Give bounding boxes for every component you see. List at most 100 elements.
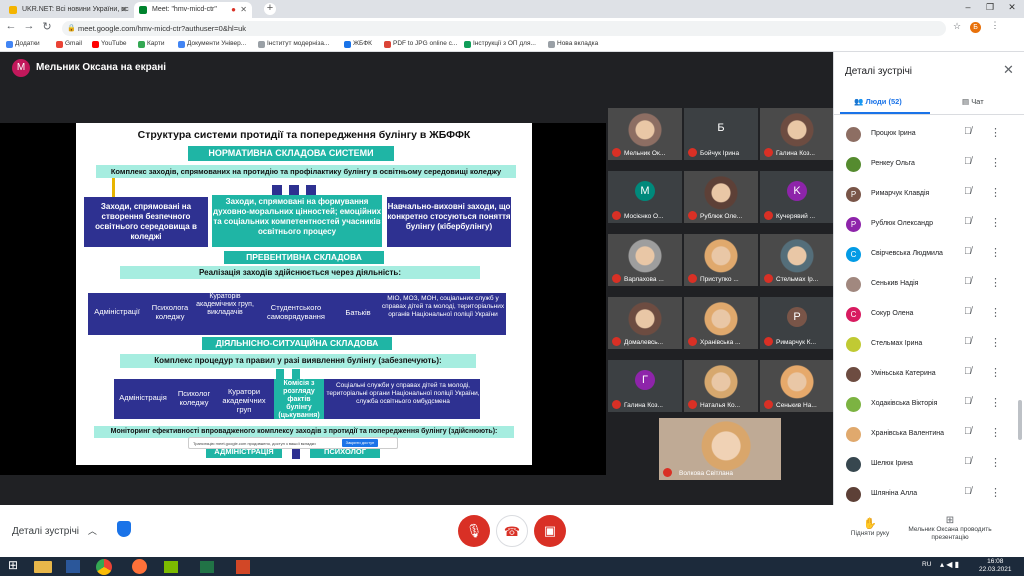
participant-list-item[interactable]: Уміньська Катерина 🎙̸ ⋮ (834, 362, 1014, 392)
powerpoint-icon[interactable] (236, 560, 250, 574)
address-bar[interactable]: 🔒 meet.google.com/hmv-micd-ctr?authuser=… (62, 21, 946, 36)
participant-tile[interactable]: Мельник Ок... (608, 108, 682, 160)
participant-tile[interactable]: Рублюк Оле... (684, 171, 758, 223)
file-explorer-icon[interactable] (34, 561, 52, 573)
forward-icon[interactable]: → (22, 20, 36, 32)
star-icon[interactable]: ☆ (950, 21, 964, 32)
new-tab-icon[interactable]: + (264, 3, 276, 15)
back-icon[interactable]: ← (4, 20, 18, 32)
app-icon[interactable] (164, 561, 178, 573)
mic-off-icon[interactable]: 🎙̸ (964, 186, 972, 197)
chrome-icon[interactable] (96, 559, 112, 575)
participant-tile[interactable]: Галина Коз... (760, 108, 834, 160)
more-options-icon[interactable]: ⋮ (990, 246, 1001, 259)
close-tab-icon[interactable]: ✕ (240, 5, 247, 14)
mic-off-icon[interactable]: 🎙̸ (964, 426, 972, 437)
system-clock[interactable]: 16:08 22.03.2021 (979, 558, 1012, 574)
participant-tile[interactable]: Б Бойчук Ірина (684, 108, 758, 160)
participant-tile[interactable]: Домалевсь... (608, 297, 682, 349)
excel-icon[interactable] (200, 561, 214, 573)
tab-chat[interactable]: ▤ Чат (962, 97, 984, 106)
more-options-icon[interactable]: ⋮ (990, 426, 1001, 439)
tab-people[interactable]: 👥 Люди (52) (854, 97, 902, 106)
participant-list-item[interactable]: P Римарчук Клавдія 🎙̸ ⋮ (834, 182, 1014, 212)
mic-off-icon[interactable]: 🎙̸ (964, 306, 972, 317)
participant-list-item[interactable]: Хранівська Валентина 🎙̸ ⋮ (834, 422, 1014, 452)
more-options-icon[interactable]: ⋮ (990, 186, 1001, 199)
mic-off-icon[interactable]: 🎙̸ (964, 456, 972, 467)
mic-off-icon[interactable]: 🎙̸ (964, 216, 972, 227)
bookmark-pdf[interactable]: PDF to JPG online c... (384, 40, 457, 48)
windows-start-icon[interactable]: ⊞ (2, 558, 24, 575)
minimize-icon[interactable]: – (960, 2, 976, 12)
window-close-icon[interactable]: ✕ (1004, 2, 1020, 13)
mic-off-icon[interactable]: 🎙̸ (964, 276, 972, 287)
mic-off-icon[interactable]: 🎙̸ (964, 156, 972, 167)
profile-avatar[interactable]: Б (970, 22, 981, 33)
participant-list-item[interactable]: Шелюк Ірина 🎙̸ ⋮ (834, 452, 1014, 482)
close-tab-icon[interactable]: ✕ (120, 5, 127, 14)
participant-tile[interactable]: Хранівська ... (684, 297, 758, 349)
hangup-button[interactable]: ☎ (496, 515, 528, 547)
participant-list-item[interactable]: C Сокур Олена 🎙̸ ⋮ (834, 302, 1014, 332)
participant-tile[interactable]: Приступко ... (684, 234, 758, 286)
raise-hand-button[interactable]: ✋ Підняти руку (848, 517, 892, 537)
participant-list-item[interactable]: P Рублюк Олександр 🎙̸ ⋮ (834, 212, 1014, 242)
participant-tile[interactable]: K Кучерявий ... (760, 171, 834, 223)
mic-off-icon[interactable]: 🎙̸ (964, 366, 972, 377)
menu-dots-icon[interactable]: ⋮ (988, 20, 1002, 31)
camera-off-button[interactable]: ▣ (534, 515, 566, 547)
bookmark-zhbfk[interactable]: ЖБФК (344, 40, 372, 48)
more-options-icon[interactable]: ⋮ (990, 306, 1001, 319)
bookmark-instructions[interactable]: Інструкції з ОП для... (464, 40, 536, 48)
more-options-icon[interactable]: ⋮ (990, 216, 1001, 229)
participant-tile[interactable]: M Мосієнко О... (608, 171, 682, 223)
mic-off-icon[interactable]: 🎙̸ (964, 126, 972, 137)
firefox-icon[interactable] (132, 559, 147, 574)
maximize-icon[interactable]: ❐ (982, 2, 998, 13)
tab-ukrnet[interactable]: UKR.NET: Всі новини України, ос ✕ (4, 2, 132, 18)
shield-icon[interactable] (117, 521, 131, 537)
word-icon[interactable] (66, 560, 80, 573)
bookmark-apps[interactable]: Додатки (6, 40, 40, 48)
bookmark-maps[interactable]: Карти (138, 40, 164, 48)
more-options-icon[interactable]: ⋮ (990, 486, 1001, 499)
tray-icons[interactable]: ▴ ◀ ▮ (940, 560, 959, 569)
panel-close-icon[interactable]: ✕ (1003, 62, 1014, 78)
participant-tile[interactable]: Варлахова ... (608, 234, 682, 286)
bookmark-docs[interactable]: Документи Універ... (178, 40, 246, 48)
language-indicator[interactable]: RU (922, 561, 931, 568)
mic-off-icon[interactable]: 🎙̸ (964, 246, 972, 257)
participant-list-item[interactable]: Ренкеу Ольга 🎙̸ ⋮ (834, 152, 1014, 182)
reload-icon[interactable]: ↻ (40, 20, 54, 33)
participant-tile[interactable]: P Римарчук К... (760, 297, 834, 349)
participant-list-item[interactable]: Сенькив Надія 🎙̸ ⋮ (834, 272, 1014, 302)
participant-tile-featured[interactable]: Волкова Світлана (659, 418, 781, 480)
meeting-details-button[interactable]: Деталі зустрічі ︿ (12, 524, 97, 537)
bookmark-gmail[interactable]: Gmail (56, 40, 82, 48)
participant-list-item[interactable]: Процюк Ірина 🎙̸ ⋮ (834, 122, 1014, 152)
presenting-button[interactable]: ⊞ Мельник Оксана проводить презентацію (904, 515, 996, 542)
bookmark-institute[interactable]: Інститут модерніза... (258, 40, 329, 48)
more-options-icon[interactable]: ⋮ (990, 456, 1001, 469)
participant-tile[interactable]: Наталья Ко... (684, 360, 758, 412)
more-options-icon[interactable]: ⋮ (990, 366, 1001, 379)
participant-list-item[interactable]: C Свірчевська Людмила 🎙̸ ⋮ (834, 242, 1014, 272)
more-options-icon[interactable]: ⋮ (990, 396, 1001, 409)
bookmark-newtab[interactable]: Нова вкладка (548, 40, 598, 48)
panel-scrollbar[interactable] (1018, 400, 1022, 440)
mic-off-icon[interactable]: 🎙̸ (964, 486, 972, 497)
participant-tile[interactable]: Стельмах Ір... (760, 234, 834, 286)
participant-tile[interactable]: Сенькив На... (760, 360, 834, 412)
more-options-icon[interactable]: ⋮ (990, 336, 1001, 349)
participant-list-item[interactable]: Стельмах Ірина 🎙̸ ⋮ (834, 332, 1014, 362)
bookmark-youtube[interactable]: YouTube (92, 40, 127, 48)
participant-list-item[interactable]: Шляніна Алла 🎙̸ ⋮ (834, 482, 1014, 512)
participant-tile[interactable]: Г Галина Коз... (608, 360, 682, 412)
stop-sharing-button[interactable]: Закрити доступ (342, 439, 378, 447)
participant-list-item[interactable]: Ходаківська Вікторія 🎙̸ ⋮ (834, 392, 1014, 422)
mic-off-icon[interactable]: 🎙̸ (964, 336, 972, 347)
more-options-icon[interactable]: ⋮ (990, 156, 1001, 169)
mic-off-icon[interactable]: 🎙̸ (964, 396, 972, 407)
mic-off-button[interactable]: 🎙 (458, 515, 490, 547)
